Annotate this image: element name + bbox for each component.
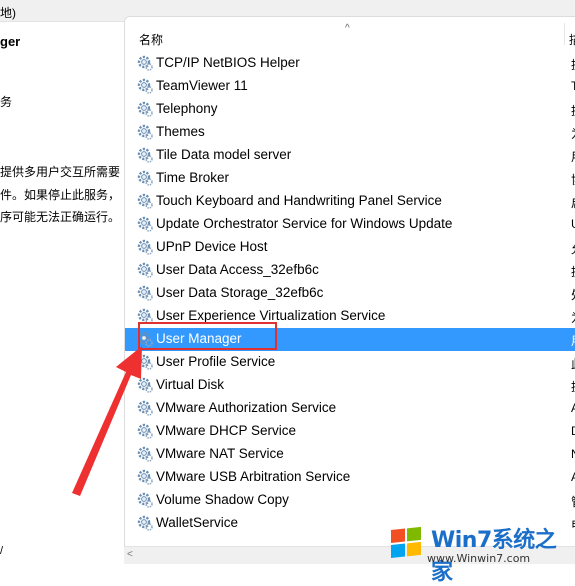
annotation-arrow-icon [72, 346, 142, 496]
windows-logo-icon [391, 526, 421, 558]
watermark-url: www.Winwin7.com [427, 552, 531, 565]
watermark: Win7系统之家 www.Winwin7.com [387, 520, 575, 585]
scroll-left-arrow-icon[interactable]: < [127, 549, 133, 560]
